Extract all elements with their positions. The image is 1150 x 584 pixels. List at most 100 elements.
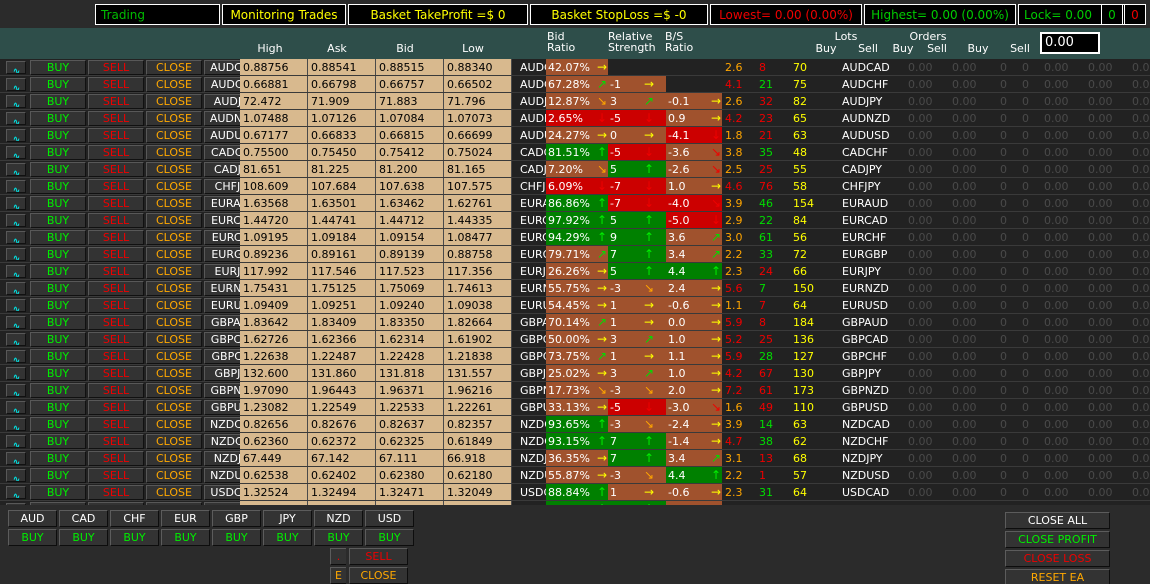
trading-status-box[interactable]: Trading xyxy=(95,4,220,25)
sell-button[interactable]: SELL xyxy=(88,349,144,364)
sell-button[interactable]: SELL xyxy=(88,366,144,381)
sell-button[interactable]: SELL xyxy=(88,60,144,75)
buy-button[interactable]: BUY xyxy=(30,332,86,347)
close-button[interactable]: CLOSE xyxy=(146,332,202,347)
currency-button-chf[interactable]: CHF xyxy=(110,510,159,527)
sell-button[interactable]: SELL xyxy=(88,332,144,347)
chart-toggle-icon[interactable]: ∿ xyxy=(6,401,26,414)
currency-close-button[interactable]: CLOSE xyxy=(349,567,408,584)
close-button[interactable]: CLOSE xyxy=(146,230,202,245)
chart-toggle-icon[interactable]: ∿ xyxy=(6,112,26,125)
currency-buy-button-cad[interactable]: BUY xyxy=(59,529,108,546)
sell-button[interactable]: SELL xyxy=(88,247,144,262)
chart-toggle-icon[interactable]: ∿ xyxy=(6,180,26,193)
buy-button[interactable]: BUY xyxy=(30,468,86,483)
buy-button[interactable]: BUY xyxy=(30,128,86,143)
close-button[interactable]: CLOSE xyxy=(146,383,202,398)
chart-toggle-icon[interactable]: ∿ xyxy=(6,214,26,227)
currency-buy-button-gbp[interactable]: BUY xyxy=(212,529,261,546)
currency-buy-button-chf[interactable]: BUY xyxy=(110,529,159,546)
buy-button[interactable]: BUY xyxy=(30,315,86,330)
currency-buy-button-nzd[interactable]: BUY xyxy=(314,529,363,546)
buy-button[interactable]: BUY xyxy=(30,383,86,398)
sell-button[interactable]: SELL xyxy=(88,417,144,432)
chart-toggle-icon[interactable]: ∿ xyxy=(6,95,26,108)
chart-toggle-icon[interactable]: ∿ xyxy=(6,282,26,295)
sell-button[interactable]: SELL xyxy=(88,468,144,483)
close-button[interactable]: CLOSE xyxy=(146,128,202,143)
basket-takeprofit-box[interactable]: Basket TakeProfit =$ 0 xyxy=(348,4,528,25)
currency-button-jpy[interactable]: JPY xyxy=(263,510,312,527)
close-button[interactable]: CLOSE xyxy=(146,111,202,126)
chart-toggle-icon[interactable]: ∿ xyxy=(6,231,26,244)
chart-toggle-icon[interactable]: ∿ xyxy=(6,316,26,329)
currency-button-gbp[interactable]: GBP xyxy=(212,510,261,527)
chart-toggle-icon[interactable]: ∿ xyxy=(6,146,26,159)
sell-button[interactable]: SELL xyxy=(88,315,144,330)
close-button[interactable]: CLOSE xyxy=(146,485,202,500)
buy-button[interactable]: BUY xyxy=(30,400,86,415)
currency-buy-button-eur[interactable]: BUY xyxy=(161,529,210,546)
buy-button[interactable]: BUY xyxy=(30,247,86,262)
currency-button-aud[interactable]: AUD xyxy=(8,510,57,527)
close-button[interactable]: CLOSE xyxy=(146,400,202,415)
action-close-loss-button[interactable]: CLOSE LOSS xyxy=(1005,550,1110,567)
buy-button[interactable]: BUY xyxy=(30,179,86,194)
currency-button-cad[interactable]: CAD xyxy=(59,510,108,527)
chart-toggle-icon[interactable]: ∿ xyxy=(6,197,26,210)
action-close-all-button[interactable]: CLOSE ALL xyxy=(1005,512,1110,529)
chart-toggle-icon[interactable]: ∿ xyxy=(6,384,26,397)
chart-toggle-icon[interactable]: ∿ xyxy=(6,129,26,142)
basket-stoploss-box[interactable]: Basket StopLoss =$ -0 xyxy=(530,4,708,25)
sell-button[interactable]: SELL xyxy=(88,451,144,466)
close-button[interactable]: CLOSE xyxy=(146,60,202,75)
currency-button-usd[interactable]: USD xyxy=(365,510,414,527)
buy-button[interactable]: BUY xyxy=(30,298,86,313)
action-reset-ea-button[interactable]: RESET EA xyxy=(1005,569,1110,584)
sell-button[interactable]: SELL xyxy=(88,111,144,126)
currency-sell-button-partial[interactable]: . xyxy=(330,548,346,565)
sell-button[interactable]: SELL xyxy=(88,281,144,296)
chart-toggle-icon[interactable]: ∿ xyxy=(6,418,26,431)
buy-button[interactable]: BUY xyxy=(30,485,86,500)
chart-toggle-icon[interactable]: ∿ xyxy=(6,61,26,74)
sell-button[interactable]: SELL xyxy=(88,128,144,143)
close-button[interactable]: CLOSE xyxy=(146,162,202,177)
close-button[interactable]: CLOSE xyxy=(146,145,202,160)
chart-toggle-icon[interactable]: ∿ xyxy=(6,469,26,482)
currency-close-button-partial[interactable]: E xyxy=(330,567,346,584)
currency-buy-button-usd[interactable]: BUY xyxy=(365,529,414,546)
buy-button[interactable]: BUY xyxy=(30,196,86,211)
sell-button[interactable]: SELL xyxy=(88,434,144,449)
sell-button[interactable]: SELL xyxy=(88,485,144,500)
close-button[interactable]: CLOSE xyxy=(146,77,202,92)
buy-button[interactable]: BUY xyxy=(30,451,86,466)
sell-button[interactable]: SELL xyxy=(88,400,144,415)
close-button[interactable]: CLOSE xyxy=(146,281,202,296)
buy-button[interactable]: BUY xyxy=(30,60,86,75)
buy-button[interactable]: BUY xyxy=(30,230,86,245)
chart-toggle-icon[interactable]: ∿ xyxy=(6,248,26,261)
close-button[interactable]: CLOSE xyxy=(146,468,202,483)
buy-button[interactable]: BUY xyxy=(30,145,86,160)
monitoring-trades-box[interactable]: Monitoring Trades xyxy=(222,4,346,25)
close-button[interactable]: CLOSE xyxy=(146,315,202,330)
chart-toggle-icon[interactable]: ∿ xyxy=(6,163,26,176)
close-button[interactable]: CLOSE xyxy=(146,434,202,449)
chart-toggle-icon[interactable]: ∿ xyxy=(6,435,26,448)
sell-button[interactable]: SELL xyxy=(88,145,144,160)
currency-sell-button[interactable]: SELL xyxy=(349,548,408,565)
buy-button[interactable]: BUY xyxy=(30,94,86,109)
sell-button[interactable]: SELL xyxy=(88,213,144,228)
buy-button[interactable]: BUY xyxy=(30,349,86,364)
sell-button[interactable]: SELL xyxy=(88,162,144,177)
currency-button-nzd[interactable]: NZD xyxy=(314,510,363,527)
sell-button[interactable]: SELL xyxy=(88,196,144,211)
chart-toggle-icon[interactable]: ∿ xyxy=(6,367,26,380)
chart-toggle-icon[interactable]: ∿ xyxy=(6,486,26,499)
close-button[interactable]: CLOSE xyxy=(146,298,202,313)
buy-button[interactable]: BUY xyxy=(30,417,86,432)
buy-button[interactable]: BUY xyxy=(30,264,86,279)
close-button[interactable]: CLOSE xyxy=(146,264,202,279)
buy-button[interactable]: BUY xyxy=(30,366,86,381)
